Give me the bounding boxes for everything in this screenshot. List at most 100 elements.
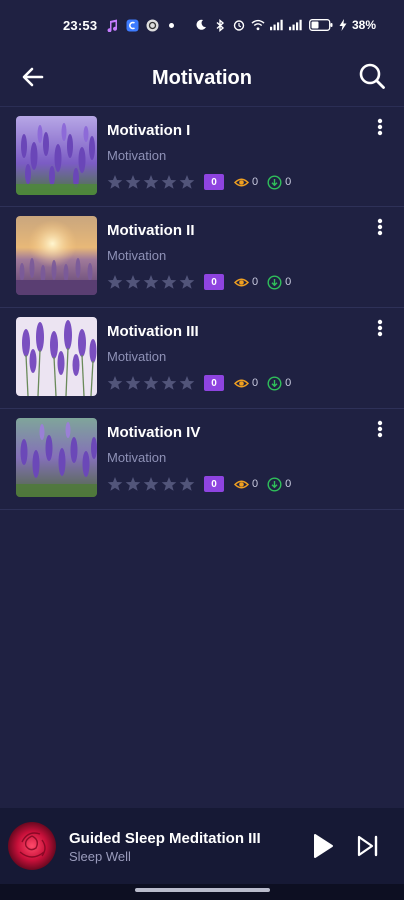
track-title: Motivation I	[107, 122, 191, 139]
count-badge: 0	[204, 174, 224, 190]
track-title: Motivation II	[107, 222, 195, 239]
views-stat: 0	[234, 275, 258, 290]
more-vertical-icon	[377, 118, 383, 136]
download-icon	[267, 476, 282, 492]
download-icon	[267, 274, 282, 290]
star-icon	[125, 375, 141, 391]
download-icon	[267, 174, 282, 190]
views-stat: 0	[234, 477, 258, 492]
count-badge: 0	[204, 274, 224, 290]
list-item[interactable]: Motivation I Motivation 0 0 0	[0, 106, 404, 207]
track-category: Motivation	[107, 349, 167, 364]
player-track-subtitle: Sleep Well	[69, 849, 131, 864]
signal-icon-2	[288, 18, 303, 32]
views-count: 0	[252, 276, 259, 288]
more-vertical-icon	[377, 420, 383, 438]
list-item[interactable]: Motivation III Motivation 0 0 0	[0, 308, 404, 409]
app-bar: Motivation	[0, 50, 404, 106]
downloads-stat: 0	[267, 375, 292, 391]
skip-next-icon	[357, 835, 378, 857]
skip-next-button[interactable]	[354, 832, 382, 860]
track-meta: 0 0 0	[107, 173, 291, 191]
eye-icon	[234, 175, 249, 190]
track-title: Motivation III	[107, 323, 199, 340]
track-thumbnail	[16, 317, 97, 396]
system-nav-bar	[0, 884, 404, 900]
alarm-icon	[232, 18, 246, 32]
bluetooth-icon	[213, 18, 227, 32]
rating-stars	[107, 476, 195, 492]
music-note-icon	[105, 18, 119, 32]
sync-icon	[145, 18, 159, 32]
downloads-count: 0	[285, 377, 292, 389]
star-icon	[179, 476, 195, 492]
star-icon	[107, 375, 123, 391]
signal-icon	[269, 18, 284, 32]
player-artwork	[8, 822, 56, 870]
track-category: Motivation	[107, 450, 167, 465]
rating-stars	[107, 174, 195, 190]
track-title: Motivation IV	[107, 424, 201, 441]
home-indicator[interactable]	[135, 888, 270, 892]
star-icon	[143, 274, 159, 290]
eye-icon	[234, 376, 249, 391]
star-icon	[107, 274, 123, 290]
mini-player[interactable]: Guided Sleep Meditation III Sleep Well	[0, 808, 404, 884]
wifi-icon	[251, 18, 265, 32]
status-bar: 23:53 38%	[0, 0, 404, 50]
more-notifications-dot	[169, 22, 175, 28]
track-category: Motivation	[107, 248, 167, 263]
more-options-button[interactable]	[370, 117, 390, 137]
star-icon	[125, 174, 141, 190]
play-icon	[314, 834, 333, 858]
search-button[interactable]	[356, 60, 388, 92]
battery-percent: 38%	[351, 18, 376, 32]
status-system-icons: 38%	[194, 18, 376, 32]
rating-stars	[107, 375, 195, 391]
track-meta: 0 0 0	[107, 374, 291, 392]
more-options-button[interactable]	[370, 217, 390, 237]
star-icon	[143, 174, 159, 190]
star-icon	[143, 476, 159, 492]
track-meta: 0 0 0	[107, 475, 291, 493]
more-vertical-icon	[377, 218, 383, 236]
track-category: Motivation	[107, 148, 167, 163]
views-count: 0	[252, 478, 259, 490]
downloads-count: 0	[285, 176, 292, 188]
views-stat: 0	[234, 175, 258, 190]
list-item[interactable]: Motivation II Motivation 0 0 0	[0, 207, 404, 308]
star-icon	[161, 375, 177, 391]
list-item[interactable]: Motivation IV Motivation 0 0 0	[0, 409, 404, 510]
status-time: 23:53	[63, 17, 98, 33]
more-options-button[interactable]	[370, 419, 390, 439]
track-thumbnail	[16, 116, 97, 195]
count-badge: 0	[204, 476, 224, 492]
star-icon	[143, 375, 159, 391]
count-badge: 0	[204, 375, 224, 391]
battery-icon	[308, 18, 334, 32]
star-icon	[125, 274, 141, 290]
star-icon	[179, 174, 195, 190]
app-notification-icon	[125, 18, 139, 32]
status-notification-icons	[105, 18, 175, 32]
star-icon	[161, 174, 177, 190]
star-icon	[107, 174, 123, 190]
downloads-stat: 0	[267, 476, 292, 492]
more-options-button[interactable]	[370, 318, 390, 338]
page-title: Motivation	[152, 66, 252, 89]
download-icon	[267, 375, 282, 391]
rating-stars	[107, 274, 195, 290]
track-thumbnail	[16, 418, 97, 497]
arrow-left-icon	[22, 67, 44, 87]
eye-icon	[234, 477, 249, 492]
play-button[interactable]	[309, 832, 337, 860]
star-icon	[179, 274, 195, 290]
star-icon	[161, 274, 177, 290]
star-icon	[107, 476, 123, 492]
more-vertical-icon	[377, 319, 383, 337]
back-button[interactable]	[18, 62, 48, 92]
downloads-count: 0	[285, 478, 292, 490]
views-count: 0	[252, 176, 259, 188]
screen: 23:53 38% Motivation Motivation I Motiva…	[0, 0, 404, 900]
star-icon	[161, 476, 177, 492]
